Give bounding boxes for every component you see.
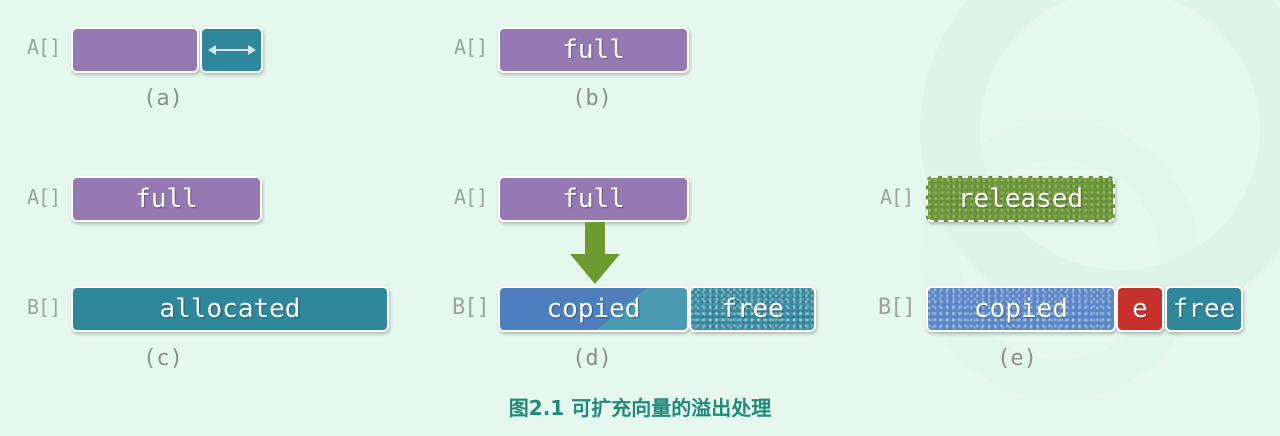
label-c-array-a: A[] <box>27 185 61 209</box>
copied-box-d: copied <box>498 286 689 332</box>
new-element-box: e <box>1116 286 1164 332</box>
allocated-box: allocated <box>71 286 389 332</box>
caption-e: (e) <box>997 346 1037 371</box>
label-a-array: A[] <box>27 35 61 59</box>
label-d-array-a: A[] <box>454 185 488 209</box>
free-box-e: free <box>1165 286 1243 332</box>
copied-box-e: copied <box>926 286 1116 332</box>
label-e-array-a: A[] <box>880 185 914 209</box>
full-box-b: full <box>498 27 689 73</box>
array-a-box <box>71 27 199 73</box>
free-box-d: free <box>689 286 816 332</box>
double-arrow-icon <box>207 45 256 55</box>
figure-caption: 图2.1 可扩充向量的溢出处理 <box>508 396 772 420</box>
caption-d: (d) <box>572 346 612 371</box>
caption-c: (c) <box>143 346 183 371</box>
label-c-array-b: B[] <box>27 295 61 319</box>
label-e-array-b: B[] <box>878 295 916 320</box>
caption-a: (a) <box>143 86 183 111</box>
caption-b: (b) <box>572 86 612 111</box>
full-box-d: full <box>498 176 689 222</box>
released-box: released <box>926 176 1115 222</box>
label-b-array-a: A[] <box>454 35 488 59</box>
full-box-c: full <box>71 176 262 222</box>
label-d-array-b: B[] <box>452 295 490 320</box>
expansion-box <box>200 27 263 73</box>
down-arrow-icon <box>570 222 620 284</box>
